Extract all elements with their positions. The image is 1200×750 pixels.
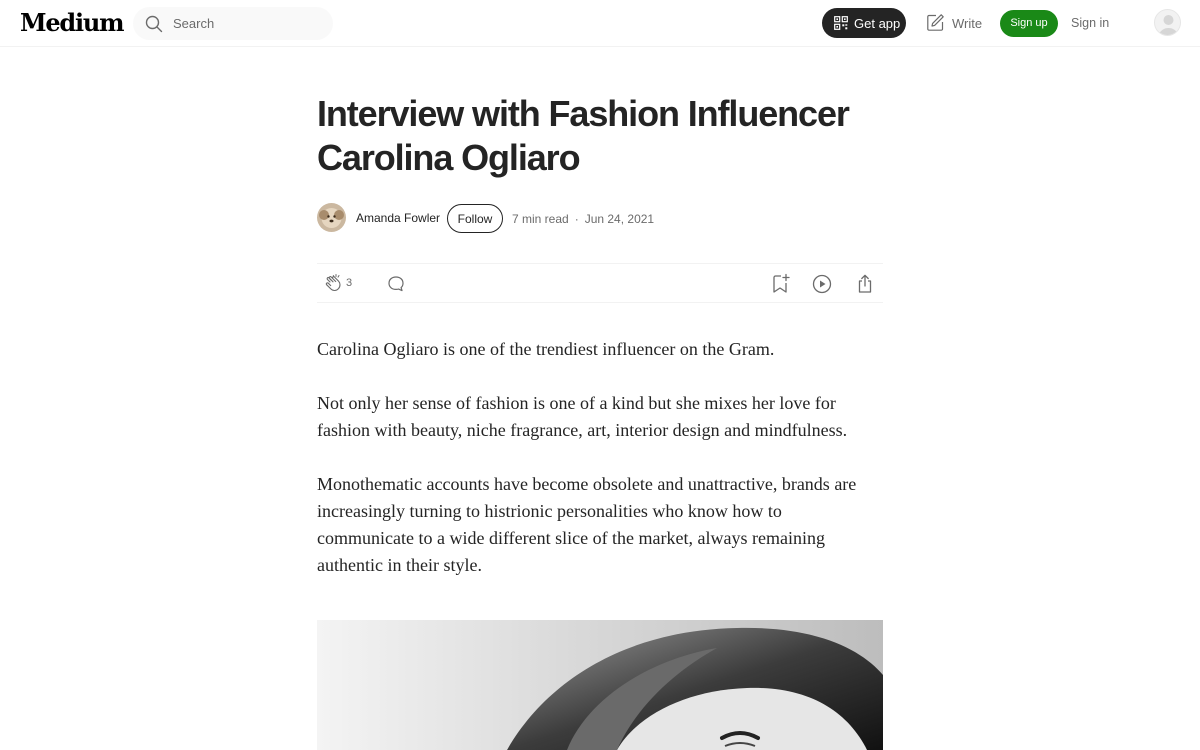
clap-count: 3 [346, 277, 353, 289]
write-icon [927, 14, 944, 31]
follow-label: Follow [457, 212, 493, 226]
article-title: Interview with Fashion Influencer Caroli… [317, 93, 850, 178]
get-app-label: Get app [854, 16, 901, 31]
sign-up-button[interactable]: Sign up [1000, 10, 1058, 37]
medium-logo[interactable]: Medium [20, 8, 125, 37]
article-paragraph: Monothematic accounts have become obsole… [317, 474, 857, 575]
dog-avatar-icon [317, 203, 346, 232]
sign-in-link[interactable]: Sign in [1071, 16, 1109, 30]
play-icon[interactable] [811, 273, 833, 295]
article-paragraph: Carolina Ogliaro is one of the trendiest… [317, 339, 775, 359]
comment-icon[interactable] [386, 274, 406, 294]
search-placeholder: Search [173, 16, 215, 31]
user-silhouette-icon [1158, 15, 1179, 35]
share-icon[interactable] [855, 273, 875, 295]
article-meta: 7 min read · Jun 24, 2021 [512, 212, 654, 226]
author-avatar[interactable] [317, 203, 346, 232]
article-paragraph: Not only her sense of fashion is one of … [317, 393, 848, 440]
portrait-photo [317, 620, 883, 750]
article-photo [317, 620, 883, 750]
search-icon [145, 15, 163, 33]
user-avatar[interactable] [1154, 9, 1181, 36]
search-box[interactable]: Search [133, 7, 333, 40]
top-navigation: Medium Search Get app Write Sign up Sign… [0, 0, 1200, 47]
follow-button[interactable]: Follow [447, 204, 503, 233]
get-app-button[interactable]: Get app [822, 8, 906, 38]
write-label: Write [952, 16, 983, 31]
article-action-bar: 3 [317, 263, 883, 303]
author-name[interactable]: Amanda Fowler [356, 211, 440, 225]
sign-up-label: Sign up [1010, 17, 1048, 29]
qr-code-icon [834, 16, 848, 30]
bookmark-icon[interactable] [770, 273, 790, 295]
article-body: Carolina Ogliaro is one of the trendiest… [317, 336, 883, 606]
publish-date: Jun 24, 2021 [584, 212, 655, 226]
meta-separator: · [574, 212, 579, 226]
clap-icon[interactable] [323, 273, 345, 295]
read-time: 7 min read [512, 212, 569, 226]
